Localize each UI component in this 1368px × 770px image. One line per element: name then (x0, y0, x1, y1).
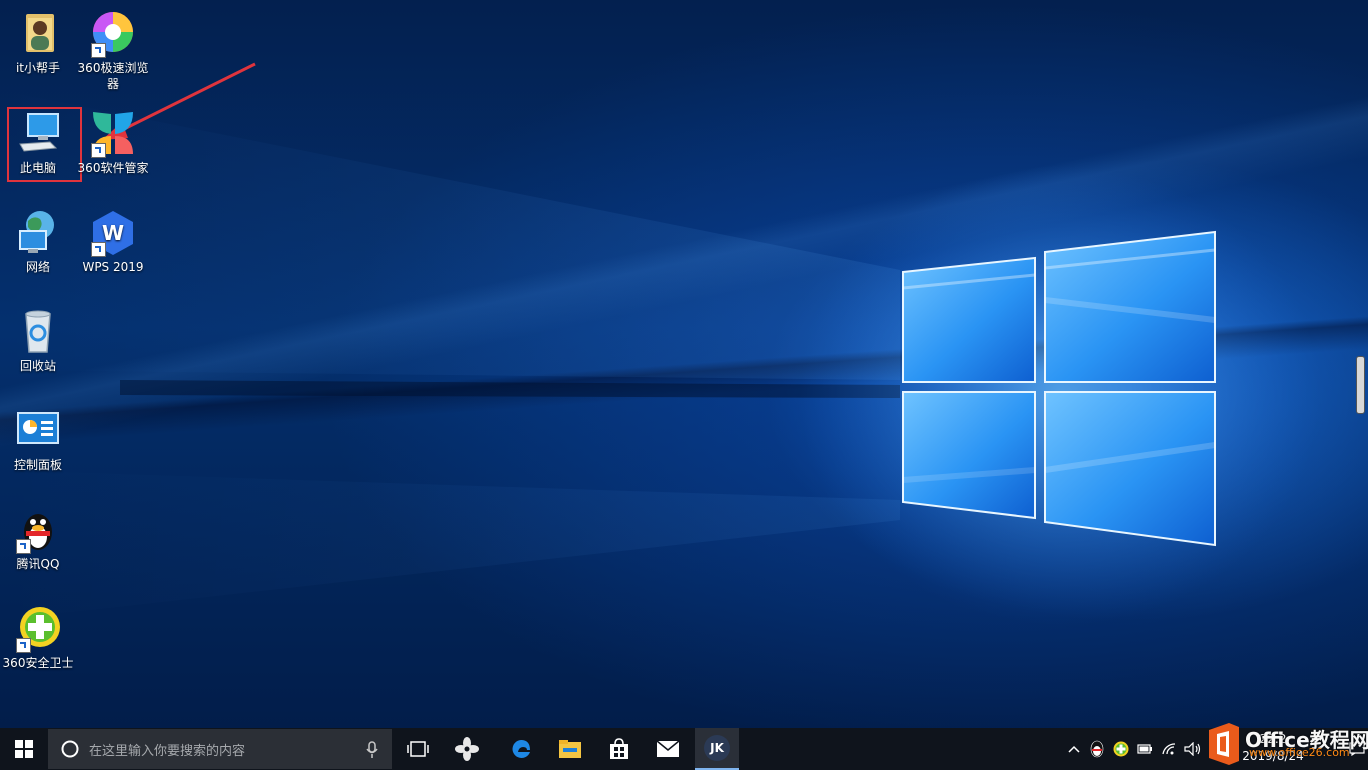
taskbar-jk-app[interactable]: JK (695, 728, 739, 770)
desktop-icon-recycle-bin[interactable]: 回收站 (1, 308, 75, 374)
360-browser-icon (89, 10, 137, 58)
start-button[interactable] (0, 728, 48, 770)
360-software-manager-icon (89, 110, 137, 158)
360-security-icon (14, 605, 62, 653)
watermark-site: www.office26.com (1249, 746, 1350, 759)
icon-label: WPS 2019 (82, 260, 144, 274)
task-view-icon (407, 741, 429, 757)
taskbar-edge[interactable] (499, 728, 543, 770)
control-panel-icon (14, 407, 62, 455)
qq-penguin-icon (14, 506, 62, 554)
recycle-bin-icon (14, 308, 62, 356)
file-explorer-icon (559, 740, 581, 758)
icon-label: 控制面板 (13, 458, 62, 472)
tray-wifi[interactable] (1158, 728, 1180, 770)
shortcut-arrow-icon (16, 539, 31, 554)
mail-icon (656, 740, 680, 757)
search-placeholder: 在这里输入你要搜索的内容 (89, 743, 246, 759)
store-icon (610, 738, 628, 759)
desktop-icon-wps[interactable]: W WPS 2019 (76, 209, 150, 275)
scroll-handle[interactable] (1356, 356, 1365, 414)
icon-label: 此电脑 (19, 161, 56, 175)
icon-label: 回收站 (19, 359, 56, 373)
tray-360[interactable] (1110, 728, 1132, 770)
icon-label: 网络 (25, 260, 50, 274)
desktop-icon-qq[interactable]: 腾讯QQ (1, 506, 75, 572)
taskbar-search-box[interactable]: 在这里输入你要搜索的内容 (48, 729, 392, 769)
network-icon (14, 209, 62, 257)
windows-start-icon (15, 740, 33, 758)
person-folder-icon (14, 10, 62, 58)
speaker-icon (1184, 742, 1201, 756)
task-view-button[interactable] (396, 728, 440, 770)
desktop-icon-it-helper[interactable]: it小帮手 (1, 10, 75, 76)
shortcut-arrow-icon (16, 638, 31, 653)
taskbar-file-explorer[interactable] (548, 728, 592, 770)
edge-icon (512, 740, 530, 758)
tray-volume[interactable] (1182, 728, 1204, 770)
taskbar-fan-app[interactable] (445, 728, 489, 770)
qq-tray-icon (1090, 740, 1104, 758)
icon-label: 360软件管家 (77, 161, 149, 175)
computer-icon (14, 110, 62, 158)
icon-label: 360极速浏览器 (77, 61, 149, 91)
desktop-icon-control-panel[interactable]: 控制面板 (1, 407, 75, 473)
wps-icon: W (89, 209, 137, 257)
jk-app-icon: JK (704, 735, 730, 761)
desktop-icon-360-browser[interactable]: 360极速浏览器 (76, 10, 150, 92)
shortcut-arrow-icon (91, 43, 106, 58)
taskbar-store[interactable] (597, 728, 641, 770)
icon-label: 腾讯QQ (16, 557, 60, 571)
tray-qq[interactable] (1086, 728, 1108, 770)
cortana-circle-icon (61, 740, 79, 758)
taskbar: 在这里输入你要搜索的内容 JK 22:2 2019/8/24 (0, 728, 1368, 770)
wifi-icon (1162, 743, 1176, 755)
desktop-icon-360-software[interactable]: 360软件管家 (76, 110, 150, 176)
icon-label: it小帮手 (15, 61, 61, 75)
desktop-background: it小帮手 360极速浏览器 此电脑 360软件管家 网络 W WPS 2019… (0, 0, 1368, 728)
desktop-icon-this-pc[interactable]: 此电脑 (1, 110, 75, 176)
fan-app-icon (455, 737, 479, 761)
shortcut-arrow-icon (91, 242, 106, 257)
taskbar-mail[interactable] (646, 728, 690, 770)
office26-watermark: Office教程网 www.office26.com (1203, 720, 1368, 770)
desktop-icon-360-security[interactable]: 360安全卫士 (1, 605, 75, 671)
office-logo-icon (1209, 723, 1239, 765)
tray-battery[interactable] (1134, 728, 1156, 770)
icon-label: 360安全卫士 (2, 656, 74, 670)
360-security-tray-icon (1113, 741, 1129, 757)
desktop-icon-network[interactable]: 网络 (1, 209, 75, 275)
battery-icon (1137, 744, 1152, 754)
chevron-up-icon (1068, 745, 1080, 753)
shortcut-arrow-icon (91, 143, 106, 158)
show-hidden-icons-button[interactable] (1064, 728, 1084, 770)
microphone-icon[interactable] (366, 741, 378, 759)
